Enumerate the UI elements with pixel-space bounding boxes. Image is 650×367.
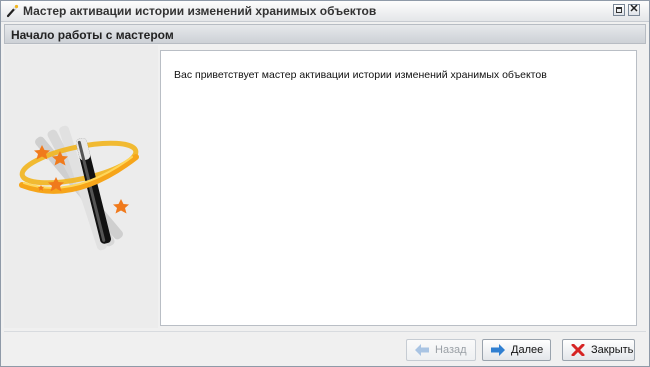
wizard-content: Вас приветствует мастер активации истори… [160,50,637,326]
close-button[interactable]: Закрыть [562,339,635,361]
magic-wand-icon [6,4,19,18]
window-title: Мастер активации истории изменений храни… [23,4,377,18]
title-bar[interactable]: Мастер активации истории изменений храни… [1,1,649,22]
window-close-button[interactable]: ✕ [628,3,640,16]
next-button-label: Далее [511,344,544,356]
footer-divider [4,331,646,332]
arrow-left-icon [415,344,429,356]
wizard-window: Мастер активации истории изменений храни… [0,0,650,367]
magic-wand-illustration [19,125,139,251]
arrow-right-icon [491,344,505,356]
close-x-icon [571,344,585,356]
step-title: Начало работы с мастером [11,28,174,42]
close-button-label: Закрыть [591,344,634,356]
maximize-icon [616,7,622,13]
close-icon: ✕ [629,3,639,15]
wizard-step-header: Начало работы с мастером [4,24,646,44]
back-button-label: Назад [435,344,467,356]
welcome-text: Вас приветствует мастер активации истори… [174,69,547,81]
maximize-button[interactable] [613,4,625,16]
back-button[interactable]: Назад [406,339,476,361]
next-button[interactable]: Далее [482,339,551,361]
wizard-side-panel [4,45,158,328]
